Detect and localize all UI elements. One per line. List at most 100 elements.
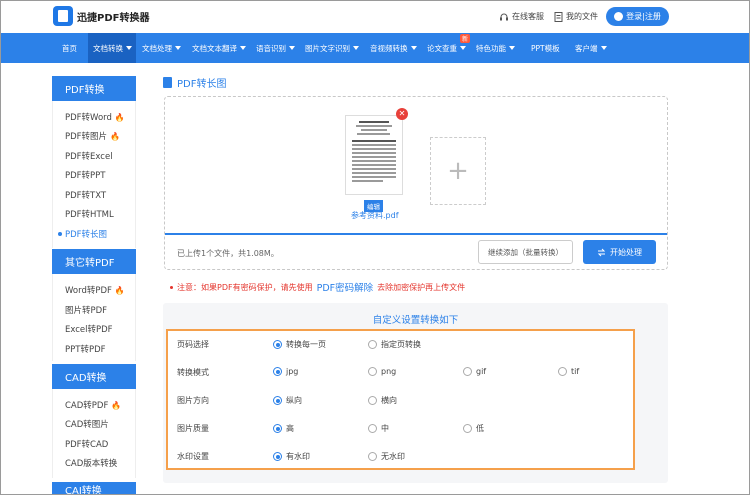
sidebar-item-excel-pdf[interactable]: Excel转PDF (65, 323, 113, 335)
sidebar-item-cad-image[interactable]: CAD转图片 (65, 418, 109, 430)
remove-file-icon[interactable]: ✕ (396, 108, 408, 120)
sidebar-item-word-pdf[interactable]: Word转PDF 🔥 (65, 284, 125, 297)
radio-unchecked-icon (558, 367, 567, 376)
caret-down-icon (175, 46, 181, 50)
nav-label: 特色功能 (476, 43, 506, 53)
start-process-button[interactable]: 开始处理 (583, 240, 656, 264)
nav-item-speech[interactable]: 语音识别 (256, 33, 295, 63)
swap-arrows-icon (597, 248, 606, 256)
radio-jpg[interactable]: jpg (273, 367, 298, 376)
continue-add-button[interactable]: 继续添加（批量转换） (478, 240, 573, 264)
document-icon (163, 77, 172, 88)
user-icon (614, 12, 624, 21)
radio-unchecked-icon (368, 452, 377, 461)
file-thumbnail[interactable] (345, 115, 403, 195)
sidebar-item-pdf-word[interactable]: PDF转Word 🔥 (65, 111, 125, 124)
nav-item-doc-convert[interactable]: 文档转换 (88, 33, 136, 63)
notice-suffix: 去除加密保护再上传文件 (377, 282, 466, 292)
sidebar-item-pdf-ppt[interactable]: PDF转PPT (65, 169, 106, 181)
radio-watermark-off[interactable]: 无水印 (368, 451, 405, 462)
pdf-password-remove-link[interactable]: PDF密码解除 (317, 280, 374, 294)
main-nav: 首页 文档转换 文档处理 文档文本翻译 语音识别 图片文字识别 音视频转换 论文… (0, 33, 750, 63)
radio-label: 横向 (381, 396, 397, 405)
sidebar-item-pdf-image[interactable]: PDF转图片 🔥 (65, 130, 120, 143)
radio-specified-pages[interactable]: 指定页转换 (368, 339, 421, 350)
active-dot-icon (58, 232, 62, 236)
radio-quality-low[interactable]: 低 (463, 423, 484, 434)
sidebar-item-cad-version[interactable]: CAD版本转换 (65, 457, 117, 469)
sidebar-head-cad[interactable]: CAD转换 (52, 364, 136, 389)
add-file-button[interactable]: + (430, 137, 486, 205)
sidebar-item-ppt-pdf[interactable]: PPT转PDF (65, 343, 106, 355)
sidebar-item-label: PPT转PDF (65, 345, 106, 355)
sidebar-item-label: PDF转长图 (65, 230, 108, 240)
nav-item-ocr[interactable]: 图片文字识别 (305, 33, 359, 63)
radio-unchecked-icon (463, 424, 472, 433)
radio-png[interactable]: png (368, 367, 396, 376)
sidebar-item-image-pdf[interactable]: 图片转PDF (65, 304, 107, 316)
brand-logo[interactable]: 迅捷PDF转换器 (53, 6, 149, 26)
notice-prefix: 注意：如果PDF有密码保护，请先使用 (177, 282, 313, 292)
customer-service-link[interactable]: 在线客服 (499, 11, 544, 22)
radio-portrait[interactable]: 纵向 (273, 395, 302, 406)
nav-item-translate[interactable]: 文档文本翻译 (192, 33, 246, 63)
radio-quality-high[interactable]: 高 (273, 423, 294, 434)
top-header: 迅捷PDF转换器 在线客服 我的文件 登录|注册 (0, 0, 750, 33)
file-icon (554, 11, 563, 22)
radio-label: gif (476, 367, 487, 376)
caret-down-icon (460, 46, 466, 50)
fire-icon: 🔥 (111, 400, 122, 410)
login-register-label: 登录|注册 (626, 12, 661, 21)
row-label-quality: 图片质量 (177, 424, 209, 433)
brand-logo-icon (53, 6, 73, 26)
radio-gif[interactable]: gif (463, 367, 486, 376)
radio-label: tif (571, 367, 580, 376)
nav-label: 文档文本翻译 (192, 43, 237, 53)
sidebar-item-pdf-excel[interactable]: PDF转Excel (65, 150, 113, 162)
nav-label: 文档转换 (93, 43, 123, 53)
radio-unchecked-icon (368, 340, 377, 349)
sidebar-item-pdf-longimage[interactable]: PDF转长图 (58, 228, 108, 240)
fire-icon: 🔥 (114, 112, 125, 122)
sidebar-item-label: CAD转图片 (65, 420, 109, 430)
caret-down-icon (240, 46, 246, 50)
nav-item-av[interactable]: 音视频转换 (370, 33, 417, 63)
radio-watermark-on[interactable]: 有水印 (273, 451, 310, 462)
sidebar-head-pdf[interactable]: PDF转换 (52, 76, 136, 101)
nav-item-ppt[interactable]: PPT模板 (531, 33, 560, 63)
nav-item-doc-process[interactable]: 文档处理 (142, 33, 181, 63)
sidebar-item-pdf-txt[interactable]: PDF转TXT (65, 189, 106, 201)
sidebar-head-cai[interactable]: CAI转换 (52, 482, 136, 495)
nav-label: 论文查重 (427, 43, 457, 53)
upload-footer: 已上传1个文件，共1.08M。 继续添加（批量转换） 开始处理 (165, 233, 667, 270)
radio-tif[interactable]: tif (558, 367, 579, 376)
radio-checked-icon (273, 396, 282, 405)
sidebar-item-label: Word转PDF (65, 286, 112, 296)
radio-every-page[interactable]: 转换每一页 (273, 339, 326, 350)
sidebar-item-pdf-cad[interactable]: PDF转CAD (65, 438, 108, 450)
sidebar-item-pdf-html[interactable]: PDF转HTML (65, 208, 114, 220)
nav-item-features[interactable]: 特色功能 (476, 33, 515, 63)
settings-title: 自定义设置转换如下 (372, 315, 459, 326)
sidebar-item-label: CAD版本转换 (65, 459, 118, 469)
caret-down-icon (600, 46, 607, 50)
new-badge: 新 (460, 34, 471, 43)
row-label-page: 页码选择 (177, 340, 209, 349)
nav-item-home[interactable]: 首页 (55, 33, 83, 63)
caret-down-icon (126, 46, 132, 50)
radio-label: 高 (286, 424, 294, 433)
caret-down-icon (509, 46, 515, 50)
nav-item-client[interactable]: 客户端 (575, 33, 607, 63)
my-files-link[interactable]: 我的文件 (554, 11, 598, 22)
sidebar-item-cad-pdf[interactable]: CAD转PDF 🔥 (65, 399, 122, 412)
upload-drop-zone[interactable]: ✕ 编辑 参考资料.pdf + 已上传1个文件，共1.08M。 继续添加（批量转… (164, 96, 668, 270)
sidebar-head-other[interactable]: 其它转PDF (52, 249, 136, 274)
radio-label: 低 (476, 424, 484, 433)
radio-checked-icon (273, 452, 282, 461)
start-process-label: 开始处理 (610, 247, 642, 257)
radio-landscape[interactable]: 横向 (368, 395, 397, 406)
radio-quality-medium[interactable]: 中 (368, 423, 389, 434)
nav-item-thesis[interactable]: 论文查重新 (427, 33, 471, 63)
login-register-button[interactable]: 登录|注册 (606, 7, 669, 26)
sidebar-item-label: PDF转HTML (65, 210, 114, 220)
